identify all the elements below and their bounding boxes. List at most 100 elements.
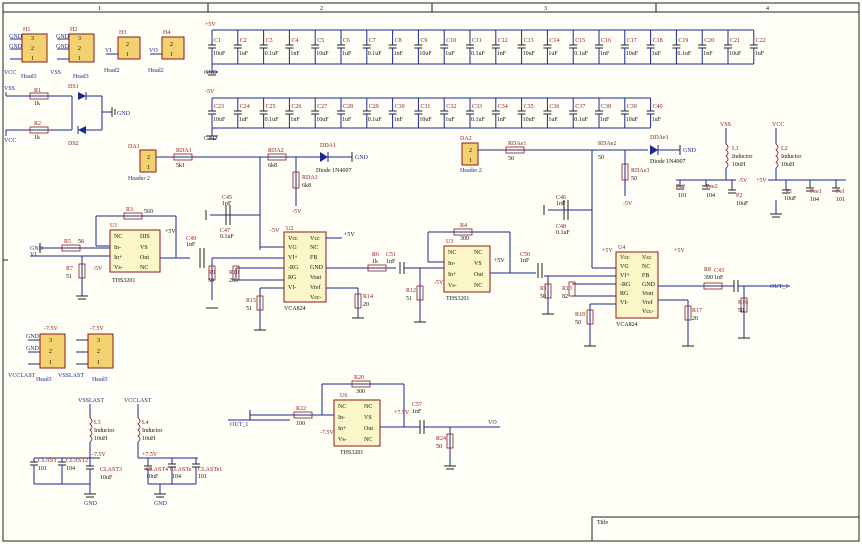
decap-top-cap-c8: C8 1nF [388,30,404,64]
svg-text:NC: NC [140,265,148,271]
decap-top-cap-c18: C18 1uF [646,30,663,64]
svg-text:R18: R18 [575,312,585,318]
stage4-vca824-u4: U4 Vcc VG VI+ -RG RG VI- Vcc NC FB GND V… [540,245,790,347]
svg-text:GND: GND [56,34,70,40]
svg-text:50: 50 [436,444,442,450]
decap-bottom-cap-c39: C39 10uF [620,98,639,128]
svg-text:VI+: VI+ [288,255,298,261]
cap-value: 10uF [626,51,639,57]
stage5-ths3201-u6: U6 NC In- In+ Vs- NC VS Out NC THS3201 R… [228,375,500,470]
svg-text:NC: NC [364,437,372,443]
svg-text:3: 3 [31,36,34,42]
decap-bottom-cap-c30: C30 1nF [388,98,405,128]
svg-text:1k: 1k [34,135,40,141]
svg-text:GND: GND [642,282,656,288]
decoupling-bank-plus5v: +5V GND C110uFC21uFC30.1uFC41nFC510uFC61… [204,22,766,76]
header-h4: H4 2 1 VO Head2 [148,30,185,74]
decap-bottom-cap-c26: C26 1nF [285,98,301,128]
svg-text:R24: R24 [436,436,446,442]
svg-text:VCA824: VCA824 [284,306,306,312]
net-label-vo: VO [488,420,497,426]
svg-text:GND: GND [9,44,23,50]
svg-text:-7.5V: -7.5V [92,452,106,458]
cap-value: 10uF [316,51,329,57]
svg-text:In+: In+ [338,426,347,432]
svg-text:DA2: DA2 [460,136,472,142]
svg-text:1nF: 1nF [222,201,232,207]
svg-text:104: 104 [66,466,75,472]
cap-value: 1nF [497,117,507,123]
svg-text:-5V: -5V [434,280,444,286]
svg-text:300: 300 [460,236,469,242]
svg-text:Vcc: Vcc [288,236,298,242]
svg-text:GND: GND [683,148,697,154]
decap-top-cap-c3: C3 0.1uF [259,30,280,64]
svg-text:H4: H4 [163,30,170,36]
cap-value: 0.1uF [677,51,692,57]
cap-value: 1uF [239,117,249,123]
svg-text:Head2: Head2 [148,68,164,74]
cap-ref: C28 [343,104,353,110]
cap-ref: C8 [395,38,402,44]
rail-label-minus5v: -5V [205,89,215,95]
cap-ref: C37 [575,104,585,110]
svg-text:1: 1 [78,56,81,62]
svg-text:Pee2: Pee2 [706,184,718,190]
svg-text:Vcc: Vcc [642,255,652,261]
svg-text:P1: P1 [786,189,792,195]
cap-value: 1uF [755,51,765,57]
svg-text:R2: R2 [34,121,41,127]
svg-text:VS: VS [474,261,482,267]
decap-top-cap-c7: C7 0.1uF [362,30,382,64]
svg-text:10uF: 10uF [100,475,113,481]
svg-text:Head3: Head3 [36,377,52,383]
svg-text:10uH: 10uH [94,436,108,442]
svg-text:U4: U4 [618,245,625,251]
svg-text:+5V: +5V [674,248,685,254]
cap-value: 10uF [523,117,536,123]
svg-text:R3: R3 [126,207,133,213]
svg-text:Head3: Head3 [73,74,89,80]
svg-text:Vs-: Vs- [114,265,123,271]
svg-text:Out: Out [474,272,483,278]
cap-value: 10uF [213,51,226,57]
decap-bottom-cap-c33: C33 0.1uF [466,98,486,128]
cap-ref: C17 [627,38,637,44]
svg-text:CLAST: CLAST [38,458,57,464]
svg-text:THS3201: THS3201 [112,278,135,284]
svg-text:FB: FB [642,273,649,279]
cap-ref: C35 [524,104,534,110]
decap-top-cap-c22: C22 1uF [749,30,766,64]
svg-text:NC: NC [642,264,650,270]
decap-top-cap-c12: C12 1nF [491,30,508,64]
svg-text:104: 104 [810,197,819,203]
svg-text:Diode 1N4007: Diode 1N4007 [650,159,686,165]
svg-text:0.1uF: 0.1uF [220,234,235,240]
svg-text:CLAST3: CLAST3 [100,467,122,473]
svg-text:Inductor: Inductor [732,154,752,160]
cap-ref: C19 [678,38,688,44]
svg-text:RDAe3: RDAe3 [631,168,649,174]
svg-text:101: 101 [836,197,845,203]
svg-text:-7.5V: -7.5V [90,326,104,332]
svg-text:390: 390 [704,275,713,281]
svg-text:+7.5V: +7.5V [394,410,410,416]
svg-text:DA1: DA1 [128,144,140,150]
cap-ref: C32 [446,104,456,110]
svg-text:1k: 1k [34,101,40,107]
cap-value: 0.1uF [265,51,280,57]
cap-value: 1uF [652,51,662,57]
decap-top-cap-c10: C10 1uF [440,30,456,64]
svg-text:10uH: 10uH [781,162,795,168]
svg-text:GND: GND [154,501,168,507]
decap-bottom-cap-c35: C35 10uF [517,98,536,128]
decap-bottom-cap-c32: C32 1uF [440,98,456,128]
svg-text:U2: U2 [286,226,293,232]
svg-text:51: 51 [406,296,412,302]
svg-text:Vref: Vref [310,284,321,291]
cap-ref: C13 [524,38,534,44]
svg-text:51: 51 [66,274,72,280]
svg-text:RG: RG [288,275,297,281]
svg-text:2: 2 [97,349,100,355]
svg-text:VSS: VSS [4,86,15,92]
